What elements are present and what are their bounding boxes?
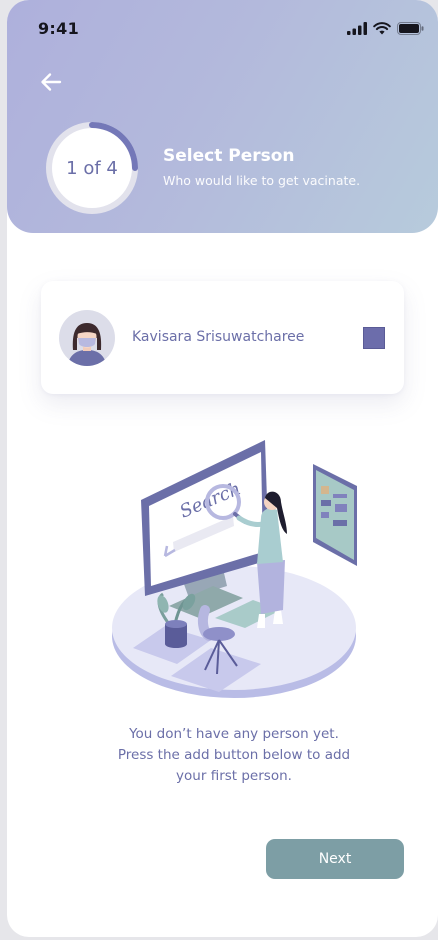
app-screen: 9:41 1 of 4 Select Person Who would like… (7, 0, 438, 937)
signal-icon (347, 22, 367, 35)
empty-state-message: You don’t have any person yet. Press the… (87, 724, 381, 787)
step-indicator: 1 of 4 (66, 157, 118, 179)
person-name: Kavisara Srisuwatcharee (132, 329, 305, 345)
page-subtitle: Who would like to get vacinate. (163, 173, 361, 188)
avatar (59, 310, 115, 366)
empty-state-line-3: your first person. (176, 768, 292, 784)
person-select-checkbox[interactable] (363, 327, 385, 349)
empty-state-line-2: Press the add button below to add (117, 747, 351, 763)
wifi-icon (373, 22, 391, 35)
person-card[interactable]: Kavisara Srisuwatcharee (41, 281, 404, 394)
next-button[interactable]: Next (266, 839, 404, 879)
search-illustration: Search (112, 440, 357, 698)
arrow-left-icon (41, 73, 62, 91)
battery-icon (397, 22, 424, 35)
page-title: Select Person (163, 146, 295, 166)
empty-state-line-1: You don’t have any person yet. (129, 726, 339, 742)
status-icons (347, 22, 424, 35)
status-time: 9:41 (38, 19, 79, 38)
back-button[interactable] (38, 69, 64, 95)
header: 9:41 1 of 4 Select Person Who would like… (7, 0, 438, 233)
